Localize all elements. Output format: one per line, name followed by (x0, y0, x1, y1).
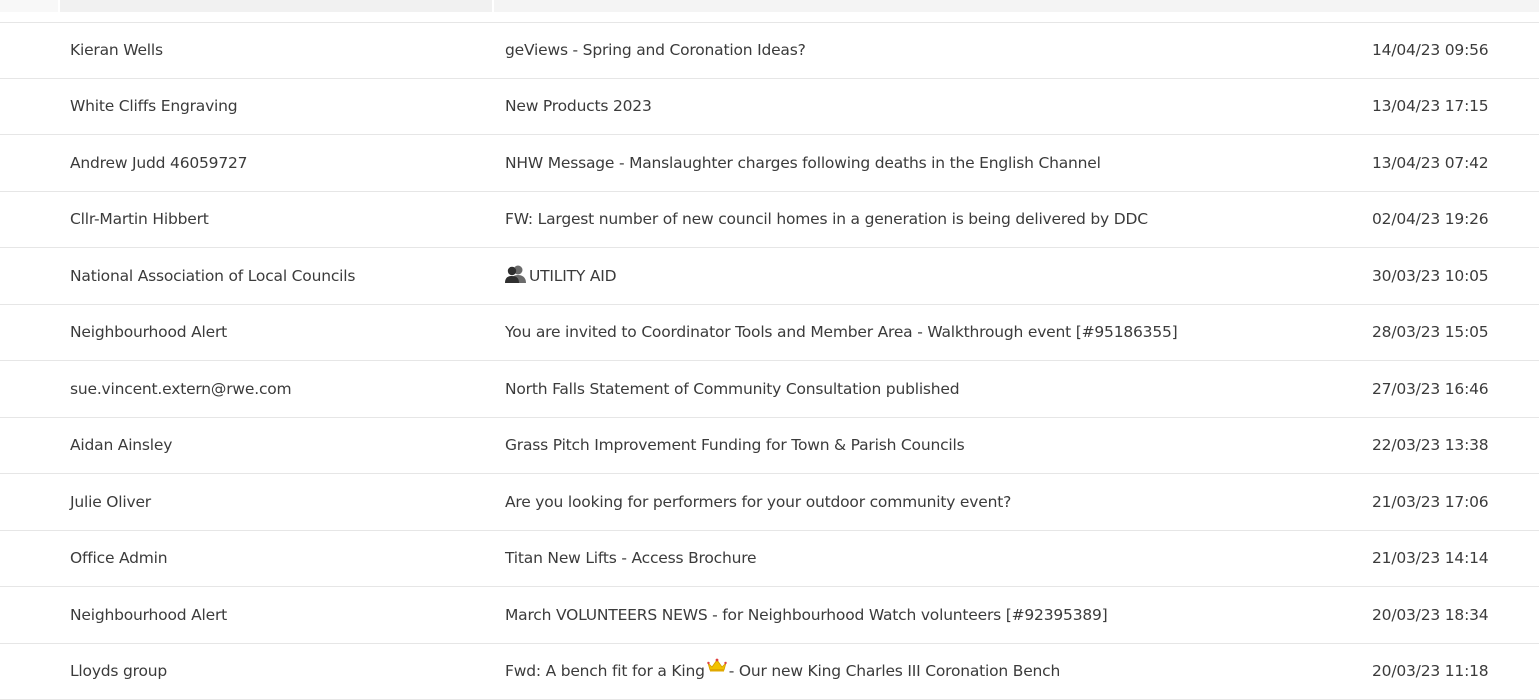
email-date: 20/03/23 18:34 (1372, 587, 1532, 643)
crown-icon (707, 658, 727, 672)
header-cell-select[interactable] (0, 0, 58, 12)
email-subject: North Falls Statement of Community Consu… (505, 361, 1355, 417)
email-sender: Julie Oliver (70, 474, 490, 530)
email-subject: New Products 2023 (505, 79, 1355, 135)
header-cell-sender[interactable] (60, 0, 492, 12)
email-sender: Andrew Judd 46059727 (70, 135, 490, 191)
email-date: 22/03/23 13:38 (1372, 418, 1532, 474)
email-date: 02/04/23 19:26 (1372, 192, 1532, 248)
email-sender: Aidan Ainsley (70, 418, 490, 474)
email-sender: Office Admin (70, 531, 490, 587)
email-subject: NHW Message - Manslaughter charges follo… (505, 135, 1355, 191)
email-row[interactable]: White Cliffs Engraving New Products 2023… (0, 79, 1539, 136)
email-date: 13/04/23 17:15 (1372, 79, 1532, 135)
email-date: 28/03/23 15:05 (1372, 305, 1532, 361)
email-subject: March VOLUNTEERS NEWS - for Neighbourhoo… (505, 587, 1355, 643)
email-date: 21/03/23 14:14 (1372, 531, 1532, 587)
email-sender: Kieran Wells (70, 23, 490, 78)
email-row[interactable]: sue.vincent.extern@rwe.com North Falls S… (0, 361, 1539, 418)
header-cell-subject[interactable] (494, 0, 1539, 12)
email-row[interactable]: Lloyds group Fwd: A bench fit for a King… (0, 644, 1539, 700)
email-row[interactable]: Julie Oliver Are you looking for perform… (0, 474, 1539, 531)
email-sender: Lloyds group (70, 644, 490, 700)
email-date: 27/03/23 16:46 (1372, 361, 1532, 417)
email-row[interactable]: National Association of Local Councils U… (0, 248, 1539, 305)
email-list: Kieran Wells geViews - Spring and Corona… (0, 22, 1539, 700)
email-sender: White Cliffs Engraving (70, 79, 490, 135)
email-row[interactable]: Neighbourhood Alert You are invited to C… (0, 305, 1539, 362)
email-row[interactable]: Kieran Wells geViews - Spring and Corona… (0, 22, 1539, 79)
email-sender: sue.vincent.extern@rwe.com (70, 361, 490, 417)
email-sender: Neighbourhood Alert (70, 305, 490, 361)
email-subject-text: - Our new King Charles III Coronation Be… (729, 662, 1060, 680)
email-subject: FW: Largest number of new council homes … (505, 192, 1355, 248)
column-header-strip (0, 0, 1539, 22)
email-sender: Neighbourhood Alert (70, 587, 490, 643)
email-subject: geViews - Spring and Coronation Ideas? (505, 23, 1355, 78)
email-date: 30/03/23 10:05 (1372, 248, 1532, 304)
people-icon (505, 264, 527, 284)
email-date: 14/04/23 09:56 (1372, 23, 1532, 78)
email-date: 20/03/23 11:18 (1372, 644, 1532, 700)
email-subject-text: Fwd: A bench fit for a King (505, 662, 705, 680)
email-subject: Fwd: A bench fit for a King - Our new Ki… (505, 644, 1355, 700)
email-subject-text: UTILITY AID (529, 267, 616, 285)
email-row[interactable]: Cllr-Martin Hibbert FW: Largest number o… (0, 192, 1539, 249)
email-subject: Grass Pitch Improvement Funding for Town… (505, 418, 1355, 474)
email-row[interactable]: Neighbourhood Alert March VOLUNTEERS NEW… (0, 587, 1539, 644)
email-subject: UTILITY AID (505, 248, 1355, 304)
email-date: 21/03/23 17:06 (1372, 474, 1532, 530)
email-subject: You are invited to Coordinator Tools and… (505, 305, 1355, 361)
email-row[interactable]: Office Admin Titan New Lifts - Access Br… (0, 531, 1539, 588)
email-row[interactable]: Aidan Ainsley Grass Pitch Improvement Fu… (0, 418, 1539, 475)
email-subject: Are you looking for performers for your … (505, 474, 1355, 530)
email-sender: National Association of Local Councils (70, 248, 490, 304)
email-sender: Cllr-Martin Hibbert (70, 192, 490, 248)
email-row[interactable]: Andrew Judd 46059727 NHW Message - Mansl… (0, 135, 1539, 192)
email-date: 13/04/23 07:42 (1372, 135, 1532, 191)
email-subject: Titan New Lifts - Access Brochure (505, 531, 1355, 587)
